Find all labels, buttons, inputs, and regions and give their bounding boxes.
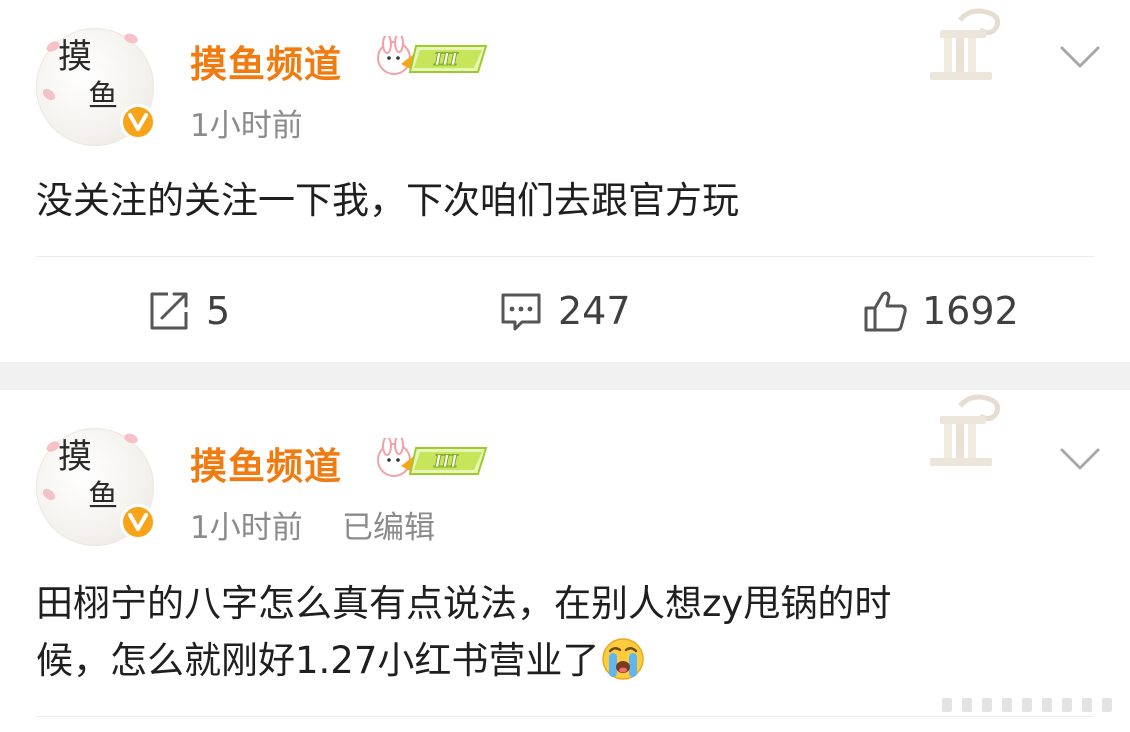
username[interactable]: 摸鱼频道 [190, 34, 342, 88]
member-level-badge-icon: III [377, 36, 488, 75]
avatar-calligraphy: 鱼 [88, 79, 118, 114]
repost-icon [150, 292, 188, 330]
post-text-line: 田栩宁的八字怎么真有点说法，在别人想zy甩锅的时 [36, 582, 892, 625]
avatar-calligraphy: 鱼 [88, 479, 118, 514]
crying-face-emoji [602, 638, 645, 680]
post-text: 没关注的关注一下我，下次咱们去跟官方玩 [36, 179, 739, 222]
post-text-line: 候，怎么就刚好1.27小红书营业了 [36, 632, 1056, 689]
member-level-text: III [433, 50, 459, 70]
comment-button[interactable]: 247 [498, 288, 631, 334]
thumbs-up-icon [864, 291, 907, 332]
verified-v-badge-icon [120, 504, 156, 540]
column-decoration-icon [930, 8, 1001, 80]
repost-button[interactable]: 5 [146, 288, 230, 334]
post-text-line-content: 候，怎么就刚好1.27小红书营业了 [36, 639, 600, 682]
post-text: 田栩宁的八字怎么真有点说法，在别人想zy甩锅的时 候，怎么就刚好1.27小红书营… [36, 575, 1056, 689]
like-count: 1692 [922, 289, 1019, 333]
member-level-text: III [433, 452, 459, 472]
edited-label: 已编辑 [342, 510, 435, 546]
comment-count: 247 [558, 289, 631, 333]
weibo-post: 摸 鱼 摸鱼频道 III 1小时前 已编辑 田栩宁的八字怎么真有点说法，在别人想… [0, 390, 1130, 732]
avatar-calligraphy: 摸 [58, 437, 92, 477]
comment-icon [501, 293, 541, 331]
username[interactable]: 摸鱼频道 [190, 436, 342, 490]
post-separator [0, 362, 1130, 390]
avatar-calligraphy: 摸 [58, 37, 92, 77]
chevron-down-icon[interactable] [1056, 40, 1104, 72]
column-decoration-icon [930, 394, 1001, 466]
like-button[interactable]: 1692 [862, 288, 1019, 334]
repost-count: 5 [206, 289, 231, 333]
member-level-badge-icon: III [377, 438, 488, 477]
verified-v-badge-icon [120, 104, 156, 140]
weibo-post: 摸 鱼 摸鱼频道 III 1小时前 没关注的关注一下我，下次咱们去跟官方玩 5 … [0, 0, 1130, 362]
timestamp: 1小时前 [190, 108, 303, 144]
avatar[interactable]: 摸 鱼 [36, 28, 156, 146]
avatar[interactable]: 摸 鱼 [36, 428, 156, 546]
timestamp: 1小时前 [190, 510, 303, 546]
watermark-icon [928, 694, 1124, 716]
divider [36, 256, 1094, 257]
chevron-down-icon[interactable] [1056, 442, 1104, 474]
